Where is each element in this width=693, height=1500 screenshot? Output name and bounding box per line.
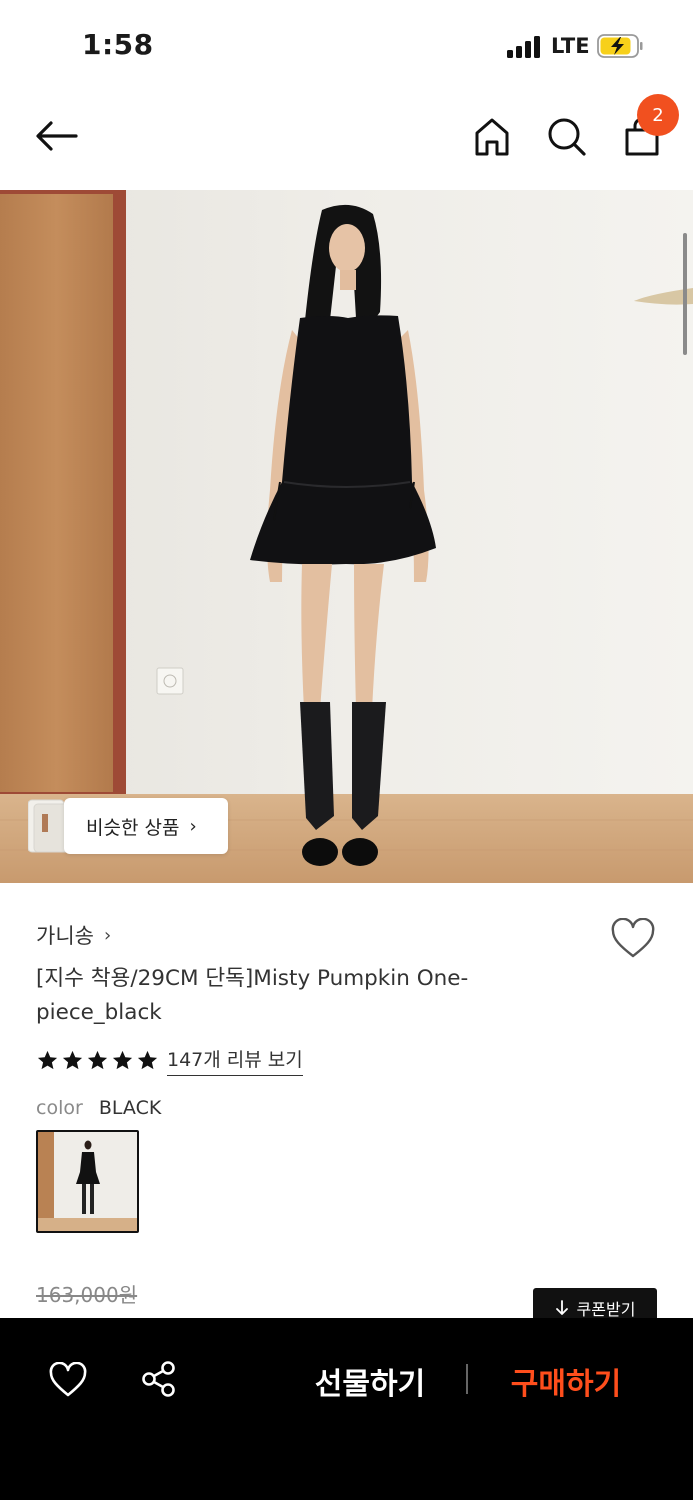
- star-icon: [112, 1050, 133, 1069]
- star-icon: [37, 1050, 58, 1069]
- reviews-link[interactable]: 147개 리뷰 보기: [167, 1045, 303, 1076]
- color-row: color BLACK: [36, 1097, 161, 1119]
- star-icon: [87, 1050, 108, 1069]
- cellular-signal-icon: [507, 36, 543, 58]
- home-icon[interactable]: [472, 116, 512, 158]
- coupon-label: 쿠폰받기: [576, 1300, 636, 1319]
- product-photo: [0, 190, 693, 883]
- search-icon[interactable]: [546, 116, 588, 158]
- gift-button[interactable]: 선물하기: [290, 1356, 450, 1406]
- brand-link[interactable]: 가니송 ›: [36, 920, 111, 950]
- similar-products-chip[interactable]: 비슷한 상품 ›: [28, 798, 228, 854]
- brand-name: 가니송: [36, 924, 94, 948]
- cart-count-badge: 2: [637, 94, 679, 136]
- buy-button[interactable]: 구매하기: [486, 1356, 646, 1406]
- star-icon: [137, 1050, 158, 1069]
- status-bar: 1:58 LTE: [0, 0, 693, 92]
- heart-outline-icon[interactable]: [48, 1362, 88, 1398]
- bottom-action-bar: [0, 1318, 693, 1500]
- action-divider: [466, 1364, 468, 1394]
- share-icon[interactable]: [140, 1360, 178, 1398]
- color-swatch-black[interactable]: [36, 1130, 139, 1233]
- arrow-left-icon[interactable]: [34, 118, 80, 154]
- battery-charging-icon: [597, 34, 643, 58]
- network-type: LTE: [551, 34, 590, 58]
- status-time: 1:58: [82, 28, 154, 61]
- rating-stars: [36, 1049, 159, 1072]
- chevron-right-icon: ›: [189, 815, 197, 837]
- swatch-thumbnail: [38, 1132, 137, 1231]
- color-value: BLACK: [98, 1097, 162, 1119]
- product-image[interactable]: [0, 190, 693, 883]
- heart-outline-icon[interactable]: [610, 918, 656, 960]
- arrow-down-icon: [555, 1300, 568, 1315]
- star-icon: [62, 1050, 83, 1069]
- rating-row: 147개 리뷰 보기: [36, 1045, 303, 1076]
- similar-products-label: 비슷한 상품: [86, 816, 180, 839]
- similar-products-button[interactable]: 비슷한 상품 ›: [64, 798, 228, 854]
- image-scrollbar[interactable]: [683, 233, 687, 355]
- product-title: [지수 착용/29CM 단독]Misty Pumpkin One-piece_b…: [36, 966, 469, 1025]
- color-label: color: [36, 1097, 83, 1119]
- chevron-right-icon: ›: [103, 924, 112, 946]
- original-price: 163,000원: [36, 1283, 138, 1307]
- top-nav-bar: [0, 92, 693, 190]
